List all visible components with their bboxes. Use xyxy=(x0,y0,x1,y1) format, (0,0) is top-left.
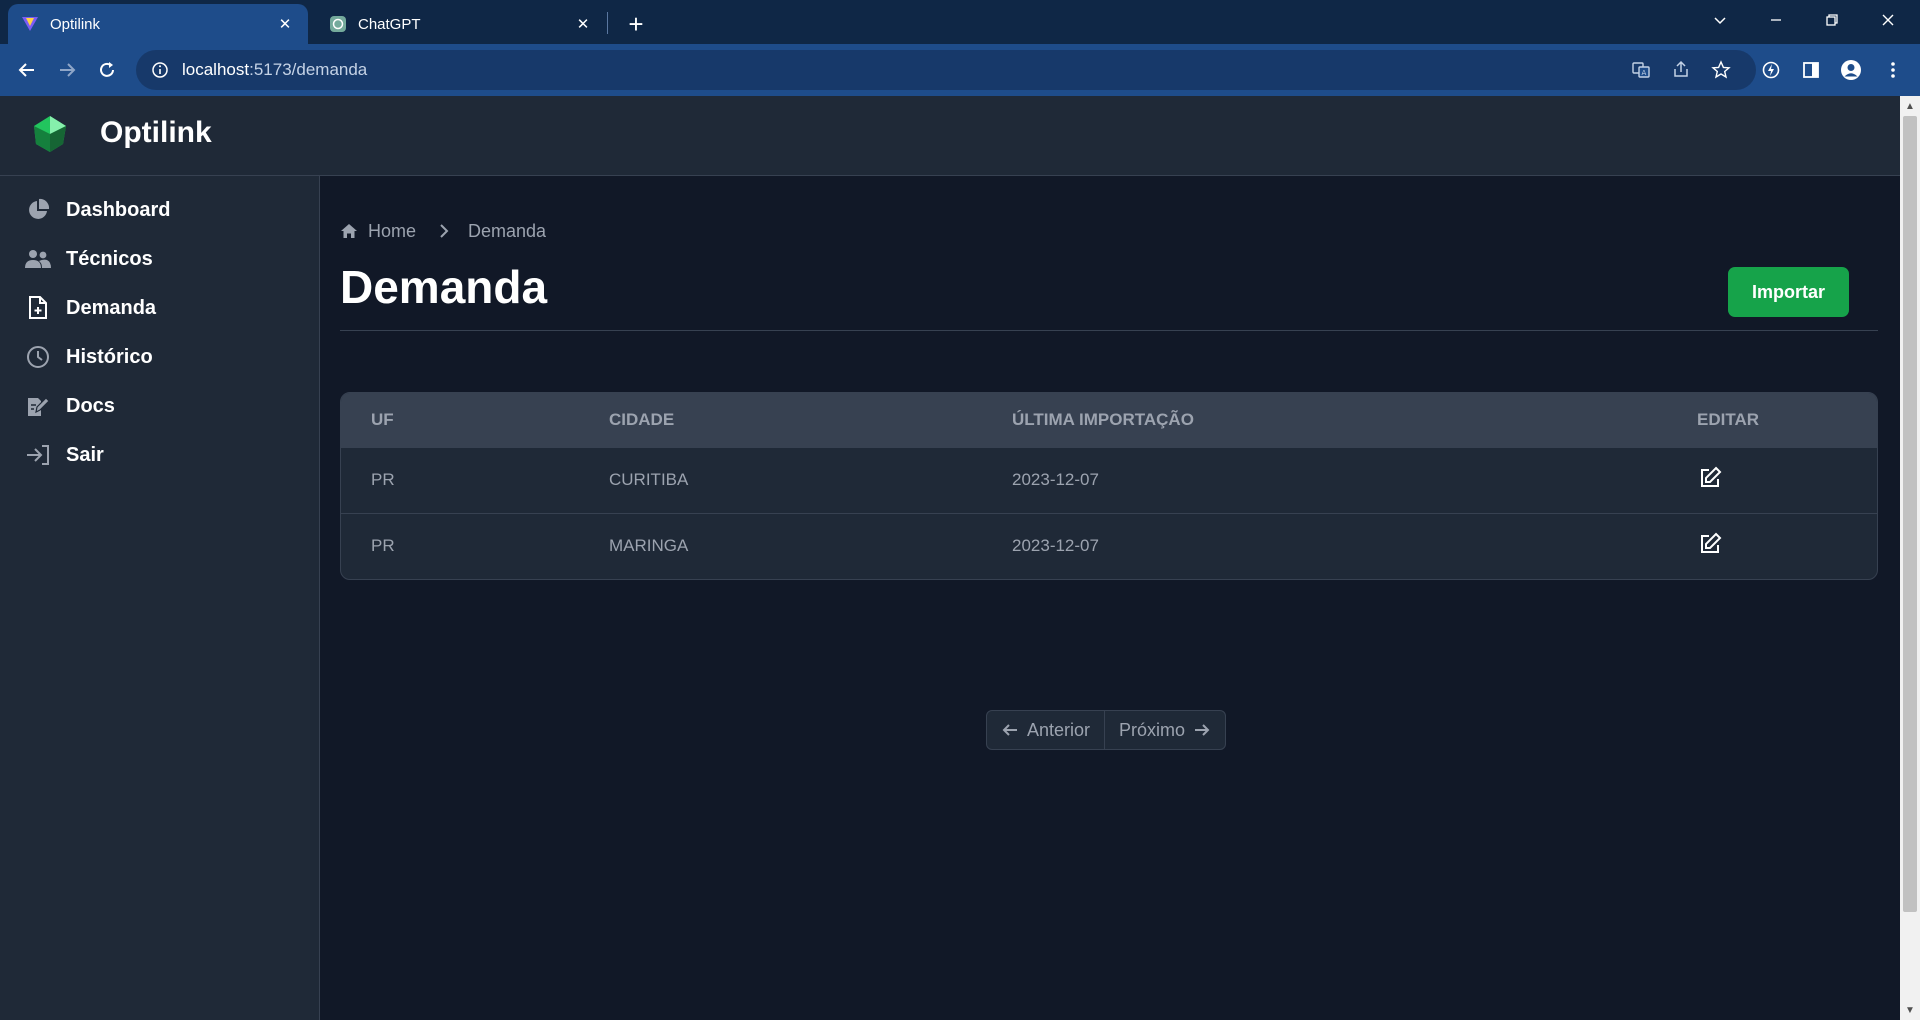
sidebar-item-dashboard[interactable]: Dashboard xyxy=(12,184,308,236)
users-icon xyxy=(24,245,52,273)
share-icon[interactable] xyxy=(1665,54,1697,86)
cell-cidade: CURITIBA xyxy=(609,470,689,489)
back-arrow-icon[interactable] xyxy=(11,54,43,86)
sign-in-icon xyxy=(24,441,52,469)
close-tab-icon[interactable]: ✕ xyxy=(572,13,594,35)
cell-uf: PR xyxy=(371,470,395,489)
prev-page-button[interactable]: Anterior xyxy=(987,711,1104,749)
address-bar-row: localhost:5173/demanda A xyxy=(0,44,1920,96)
profile-icon[interactable] xyxy=(1835,54,1867,86)
import-button[interactable]: Importar xyxy=(1728,267,1849,317)
sidebar-item-docs[interactable]: Docs xyxy=(12,380,308,432)
col-header-uf: UF xyxy=(371,410,394,429)
cell-ultima-importacao: 2023-12-07 xyxy=(1012,536,1099,555)
col-header-editar: EDITAR xyxy=(1697,410,1760,429)
file-plus-icon xyxy=(24,294,52,322)
sidebar-item-label: Histórico xyxy=(66,345,153,368)
demanda-table: UF CIDADE ÚLTIMA IMPORTAÇÃO EDITAR PR CU… xyxy=(340,392,1878,580)
scroll-up-icon[interactable]: ▲ xyxy=(1900,96,1920,116)
breadcrumb-home[interactable]: Home xyxy=(368,221,416,242)
menu-kebab-icon[interactable] xyxy=(1877,54,1909,86)
sidebar: Dashboard Técnicos Demanda Histórico Doc… xyxy=(0,176,320,1020)
tab-optilink[interactable]: Optilink ✕ xyxy=(8,4,308,44)
sidebar-item-label: Docs xyxy=(66,394,115,417)
sidebar-item-sair[interactable]: Sair xyxy=(12,429,308,481)
reload-icon[interactable] xyxy=(91,54,123,86)
sidebar-item-historico[interactable]: Histórico xyxy=(12,331,308,383)
minimize-icon[interactable] xyxy=(1748,0,1804,40)
edit-icon[interactable] xyxy=(1696,530,1724,558)
sidebar-item-tecnicos[interactable]: Técnicos xyxy=(12,233,308,285)
breadcrumb-current: Demanda xyxy=(468,220,547,241)
sidebar-item-demanda[interactable]: Demanda xyxy=(12,282,308,334)
col-header-ultima-importacao: ÚLTIMA IMPORTAÇÃO xyxy=(1012,410,1194,429)
new-tab-button[interactable]: + xyxy=(620,8,652,40)
site-info-icon[interactable] xyxy=(150,60,170,80)
url-path: :5173/demanda xyxy=(249,60,368,79)
scrollbar-thumb[interactable] xyxy=(1903,116,1917,912)
close-window-icon[interactable] xyxy=(1860,0,1916,40)
tab-search-icon[interactable] xyxy=(1692,0,1748,40)
scroll-down-icon[interactable]: ▼ xyxy=(1900,1000,1920,1020)
optilink-favicon xyxy=(20,14,40,34)
app-root: Optilink Dashboard Técnicos Demanda Hist… xyxy=(0,96,1900,1020)
edit-icon[interactable] xyxy=(1696,464,1724,492)
app-header: Optilink xyxy=(0,96,1900,176)
tab-chatgpt[interactable]: ChatGPT ✕ xyxy=(316,4,606,44)
next-page-button[interactable]: Próximo xyxy=(1104,711,1225,749)
sidebar-item-label: Dashboard xyxy=(66,198,171,221)
chevron-right-icon xyxy=(440,224,449,238)
cell-uf: PR xyxy=(371,536,395,555)
next-page-label: Próximo xyxy=(1119,719,1186,740)
sidebar-item-label: Sair xyxy=(66,443,104,466)
translate-icon[interactable]: A xyxy=(1625,54,1657,86)
pie-chart-icon xyxy=(24,196,52,224)
clock-icon xyxy=(24,343,52,371)
tab-title: Optilink xyxy=(50,15,101,33)
bookmark-star-icon[interactable] xyxy=(1705,54,1737,86)
cell-cidade: MARINGA xyxy=(609,536,689,555)
sidebar-item-label: Técnicos xyxy=(66,247,153,270)
arrow-right-icon xyxy=(1195,724,1210,736)
app-brand: Optilink xyxy=(100,116,212,149)
breadcrumb: Home Demanda xyxy=(340,216,546,246)
url-input[interactable]: localhost:5173/demanda xyxy=(136,50,1756,90)
close-tab-icon[interactable]: ✕ xyxy=(274,13,296,35)
prev-page-label: Anterior xyxy=(1027,719,1091,740)
url-text: localhost:5173/demanda xyxy=(182,60,367,80)
sidebar-item-label: Demanda xyxy=(66,296,157,319)
arrow-left-icon xyxy=(1002,724,1017,736)
svg-text:A: A xyxy=(1642,69,1647,77)
pagination: Anterior Próximo xyxy=(986,710,1227,750)
tab-title: ChatGPT xyxy=(358,15,421,33)
tab-separator xyxy=(607,12,608,34)
restore-icon[interactable] xyxy=(1804,0,1860,40)
home-icon[interactable] xyxy=(340,222,358,240)
table-row: PR MARINGA 2023-12-07 xyxy=(341,513,1877,579)
extension-icon[interactable] xyxy=(1755,54,1787,86)
title-divider xyxy=(340,330,1878,331)
table-header: UF CIDADE ÚLTIMA IMPORTAÇÃO EDITAR xyxy=(341,393,1877,447)
chatgpt-favicon xyxy=(328,14,348,34)
table-row: PR CURITIBA 2023-12-07 xyxy=(341,447,1877,513)
optilink-logo xyxy=(34,116,66,152)
edit-doc-icon xyxy=(24,392,52,420)
cell-ultima-importacao: 2023-12-07 xyxy=(1012,470,1099,489)
browser-tab-bar: Optilink ✕ ChatGPT ✕ + xyxy=(0,0,1920,44)
side-panel-icon[interactable] xyxy=(1795,54,1827,86)
page-title: Demanda xyxy=(340,261,548,313)
url-host: localhost xyxy=(182,60,250,79)
forward-arrow-icon[interactable] xyxy=(51,54,83,86)
col-header-cidade: CIDADE xyxy=(609,410,675,429)
